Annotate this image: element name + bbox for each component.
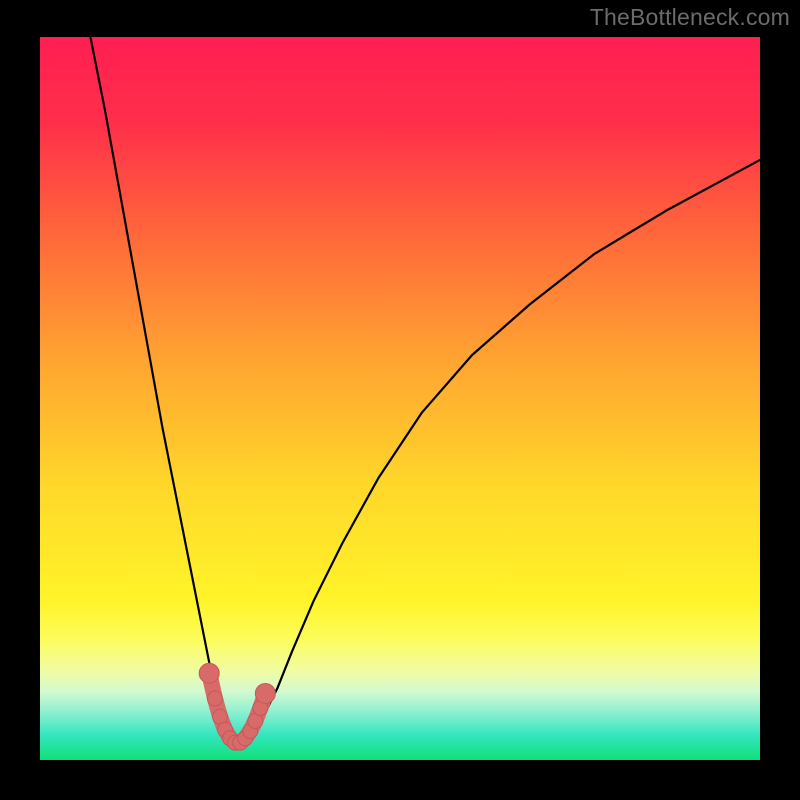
bead-point (255, 683, 275, 703)
bottleneck-chart (40, 37, 760, 760)
bead-point (199, 663, 219, 683)
watermark-text: TheBottleneck.com (590, 4, 790, 31)
gradient-background (40, 37, 760, 760)
app-frame: TheBottleneck.com (0, 0, 800, 800)
bead-point (207, 691, 222, 706)
plot-area (40, 37, 760, 760)
